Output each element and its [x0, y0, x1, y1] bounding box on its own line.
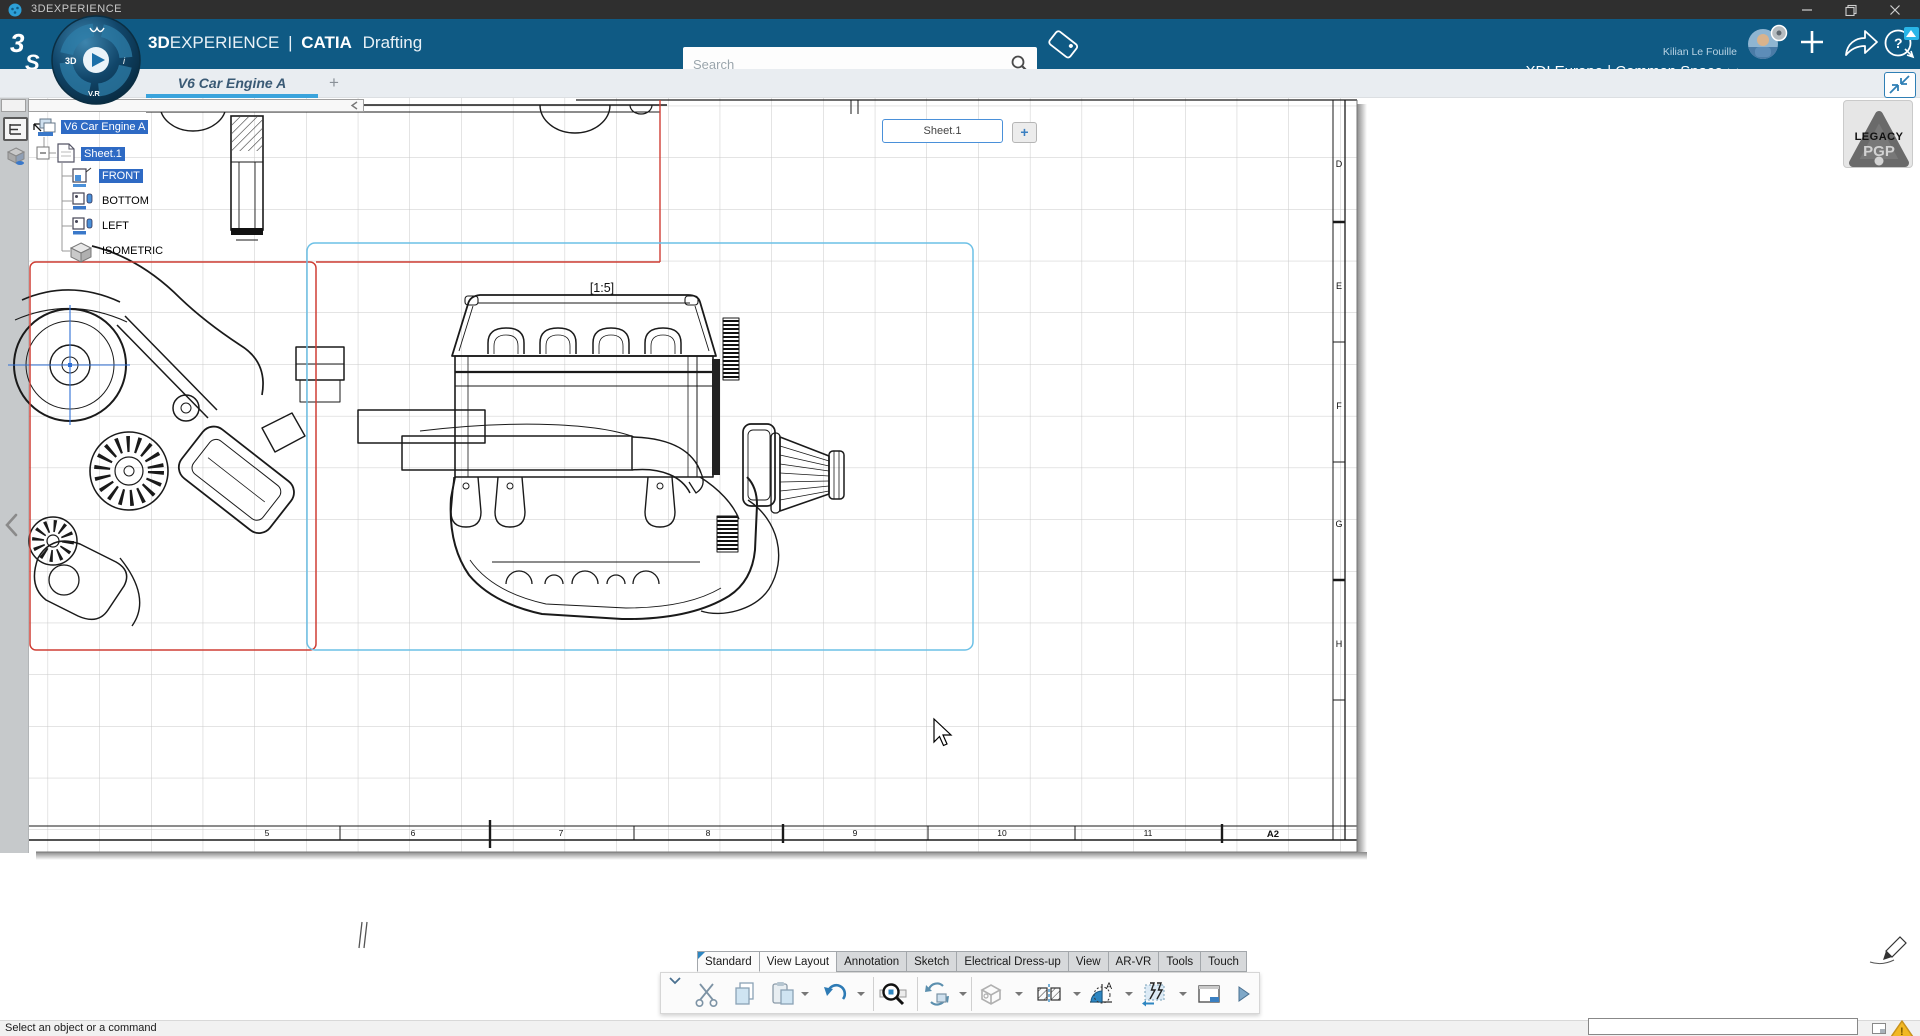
svg-text:?: ?: [1894, 35, 1903, 51]
svg-text:10: 10: [997, 828, 1007, 838]
copy-icon[interactable]: [731, 980, 759, 1008]
ribbon-tab-view-layout[interactable]: View Layout: [759, 951, 837, 972]
minimize-button[interactable]: [1790, 0, 1824, 19]
left-view-node-icon: [73, 218, 92, 235]
share-icon[interactable]: [1843, 29, 1879, 57]
panel-toggle-icon[interactable]: [1872, 1023, 1887, 1035]
update-icon[interactable]: [923, 980, 951, 1008]
compass-widget[interactable]: 3D i V.R: [50, 14, 142, 106]
pencil-icon: [1870, 937, 1906, 964]
electrical-dropdown-caret[interactable]: [1179, 992, 1187, 996]
app-icon: [8, 3, 22, 17]
document-tab[interactable]: V6 Car Engine A: [146, 69, 318, 98]
document-tab-bar: V6 Car Engine A +: [0, 69, 1920, 98]
warning-icon[interactable]: !: [1890, 1020, 1914, 1036]
drawing-node-icon: [34, 119, 55, 136]
view-scale-label: [1:5]: [590, 281, 614, 295]
tree-item-isometric[interactable]: ISOMETRIC: [99, 244, 166, 258]
product-title: 3DEXPERIENCE | CATIA Drafting: [148, 33, 422, 53]
front-view-node-icon: [73, 168, 91, 187]
ds-logo-icon: 3 S: [8, 26, 50, 74]
close-button[interactable]: [1878, 0, 1912, 19]
tree-item-sheet[interactable]: Sheet.1: [81, 147, 125, 161]
svg-text:D: D: [1336, 159, 1343, 169]
tree-item-bottom[interactable]: BOTTOM: [99, 194, 152, 208]
svg-text:9: 9: [853, 828, 858, 838]
section-view-icon[interactable]: [1035, 980, 1063, 1008]
bottom-view-node-icon: [73, 193, 92, 210]
collapse-window-button[interactable]: [1884, 72, 1916, 98]
svg-text:!: !: [1900, 1026, 1904, 1036]
undo-icon[interactable]: [821, 980, 849, 1008]
ribbon-tab-annotation[interactable]: Annotation: [836, 951, 907, 972]
view-creation-icon[interactable]: [977, 980, 1005, 1008]
drawing-canvas[interactable]: D E F G H 5 6 7 8 9 10 11 A2: [0, 98, 1920, 1020]
ribbon-tab-standard[interactable]: Standard: [697, 951, 760, 972]
isometric-view-node-icon: [71, 243, 91, 262]
paste-dropdown-caret[interactable]: [801, 992, 809, 996]
ribbon-tab-electrical[interactable]: Electrical Dress-up: [956, 951, 1069, 972]
user-name: Kilian Le Fouille: [1663, 46, 1737, 58]
svg-text:A: A: [1106, 981, 1112, 991]
undo-dropdown-caret[interactable]: [857, 992, 865, 996]
panel-collapse-chevron-icon[interactable]: [4, 513, 20, 537]
svg-text:3D: 3D: [65, 56, 77, 66]
ribbon-icon-row: A: [660, 972, 1260, 1014]
svg-text:F: F: [1336, 401, 1342, 411]
tree-item-left[interactable]: LEFT: [99, 219, 132, 233]
add-content-icon[interactable]: [1799, 29, 1825, 55]
app-header: 3 S 3DEXPERIENCE | CATIA Drafting Kilian…: [0, 19, 1920, 69]
new-document-tab-button[interactable]: +: [322, 71, 346, 95]
view-creation-dropdown-caret[interactable]: [1015, 992, 1023, 996]
svg-text:5: 5: [265, 828, 270, 838]
window-titlebar: 3DEXPERIENCE: [0, 0, 1920, 19]
application-window: 3DEXPERIENCE 3 S 3DEXPERIENCE | CATIA Dr…: [0, 0, 1920, 1036]
svg-text:8: 8: [706, 828, 711, 838]
svg-text:E: E: [1336, 281, 1342, 291]
ribbon-tab-view[interactable]: View: [1068, 951, 1109, 972]
sheet-tab[interactable]: Sheet.1: [882, 119, 1003, 143]
command-input[interactable]: [1588, 1018, 1858, 1035]
svg-text:3: 3: [10, 28, 25, 58]
update-dropdown-caret[interactable]: [959, 992, 967, 996]
add-sheet-button[interactable]: +: [1012, 122, 1037, 143]
svg-text:7: 7: [559, 828, 564, 838]
sheet-background-icon[interactable]: [1195, 980, 1223, 1008]
ribbon-tab-ar-vr[interactable]: AR-VR: [1108, 951, 1160, 972]
paste-icon[interactable]: [769, 980, 797, 1008]
text-caret-mark: [359, 922, 367, 948]
svg-text:11: 11: [1144, 828, 1153, 838]
tree-item-root[interactable]: V6 Car Engine A: [61, 120, 148, 134]
svg-text:H: H: [1336, 639, 1343, 649]
svg-text:V.R: V.R: [88, 89, 100, 98]
status-bar: Select an object or a command !: [0, 1020, 1920, 1036]
restore-button[interactable]: [1834, 0, 1868, 19]
collapse-toolbar-icon[interactable]: [667, 975, 683, 987]
section-dropdown-caret[interactable]: [1073, 992, 1081, 996]
sheet-format-label: A2: [1267, 829, 1279, 840]
legacy-pgp-badge: LEGACY PGP: [1843, 100, 1913, 168]
svg-text:G: G: [1335, 519, 1342, 529]
zoom-selection-icon[interactable]: [879, 980, 907, 1008]
spec-tree-panel: V6 Car Engine A Sheet.1 FRONT BOTTOM LEF…: [0, 98, 400, 368]
cut-icon[interactable]: [693, 980, 721, 1008]
electrical-dress-up-icon[interactable]: [1141, 980, 1169, 1008]
avatar[interactable]: [1746, 23, 1790, 63]
status-message: Select an object or a command: [5, 1022, 157, 1034]
tag-icon[interactable]: [1046, 28, 1082, 62]
ribbon-tab-bar: Standard View Layout Annotation Sketch E…: [698, 951, 1247, 972]
tree-item-front[interactable]: FRONT: [99, 169, 143, 183]
help-icon[interactable]: ?: [1883, 27, 1920, 59]
ribbon-tab-sketch[interactable]: Sketch: [906, 951, 957, 972]
projection-angle-icon[interactable]: A: [1087, 980, 1115, 1008]
svg-text:6: 6: [411, 828, 416, 838]
sheet-node-icon: [58, 144, 74, 162]
ribbon-tab-tools[interactable]: Tools: [1158, 951, 1201, 972]
ribbon-tab-touch[interactable]: Touch: [1200, 951, 1247, 972]
angle-dropdown-caret[interactable]: [1125, 992, 1133, 996]
more-tools-icon[interactable]: [1237, 986, 1251, 1002]
